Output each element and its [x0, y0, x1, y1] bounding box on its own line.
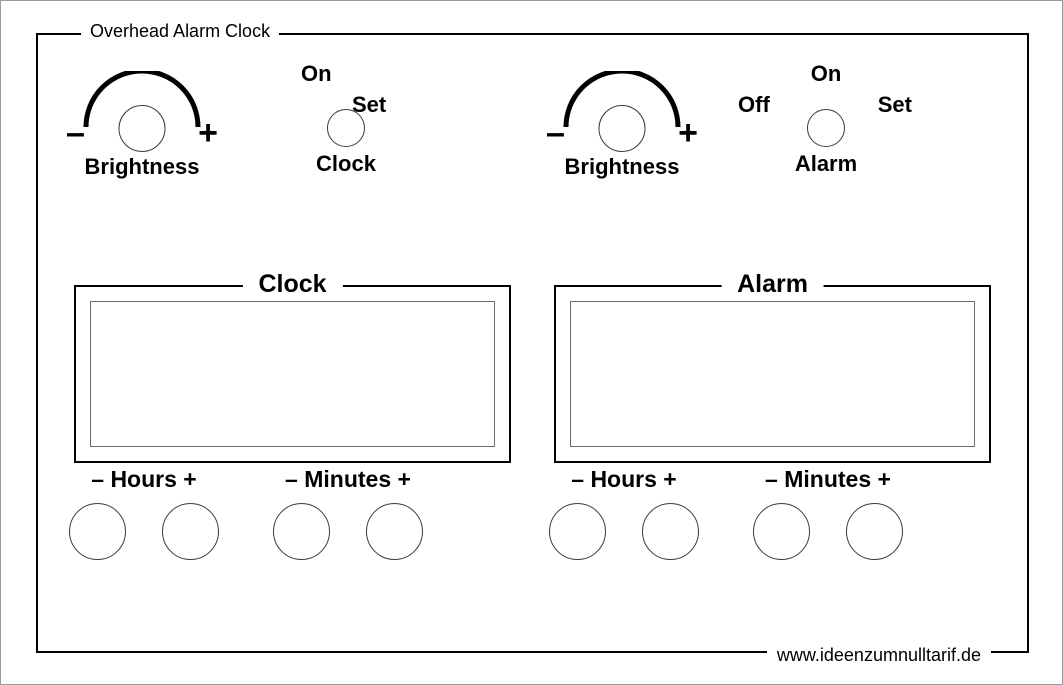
alarm-brightness-minus-icon: –: [546, 114, 565, 152]
clock-minutes-minus-button[interactable]: [273, 503, 330, 560]
clock-hours-caption: – Hours +: [91, 466, 197, 492]
clock-hours-minus-button[interactable]: [69, 503, 126, 560]
clock-switch-label: Clock: [316, 151, 376, 176]
alarm-brightness-knob[interactable]: [598, 105, 646, 152]
alarm-switch-label: Alarm: [794, 151, 858, 176]
clock-hours-plus-button[interactable]: [162, 503, 219, 560]
clock-brightness-minus-icon: –: [66, 114, 85, 152]
alarm-hours-caption: – Hours +: [571, 466, 677, 492]
alarm-brightness-knob-group: – + Brightness: [522, 71, 722, 181]
alarm-minutes-plus-button[interactable]: [846, 503, 903, 560]
alarm-mode-switch-group: Off On Set Alarm: [726, 61, 926, 176]
website-url-label: www.ideenzumnulltarif.de: [766, 644, 991, 666]
alarm-minutes-caption: – Minutes +: [765, 466, 891, 492]
alarm-brightness-label: Brightness: [564, 154, 680, 179]
device-panel: Overhead Alarm Clock www.ideenzumnulltar…: [36, 20, 1029, 666]
alarm-minutes-minus-button[interactable]: [753, 503, 810, 560]
page-title: Overhead Alarm Clock: [81, 20, 280, 42]
clock-display-legend: Clock: [242, 269, 343, 299]
clock-brightness-label: Brightness: [84, 154, 200, 179]
clock-display-panel: Clock: [74, 269, 511, 463]
clock-hours-button-group: – Hours +: [44, 465, 244, 585]
alarm-display-screen: [570, 301, 975, 447]
clock-brightness-plus-icon: +: [198, 114, 218, 152]
alarm-switch-position-on: On: [810, 61, 842, 86]
clock-minutes-caption: – Minutes +: [285, 466, 411, 492]
clock-hours-button-row: [44, 503, 244, 560]
clock-brightness-knob-group: – + Brightness: [42, 71, 242, 181]
alarm-minutes-button-row: [728, 503, 928, 560]
alarm-hours-plus-button[interactable]: [642, 503, 699, 560]
clock-minutes-button-row: [248, 503, 448, 560]
clock-minutes-button-group: – Minutes +: [248, 465, 448, 585]
alarm-display-legend: Alarm: [721, 269, 824, 299]
clock-brightness-knob[interactable]: [118, 105, 166, 152]
alarm-switch-position-off: Off: [738, 92, 770, 117]
alarm-mode-switch[interactable]: [807, 109, 845, 147]
clock-minutes-plus-button[interactable]: [366, 503, 423, 560]
alarm-minutes-button-group: – Minutes +: [728, 465, 928, 585]
alarm-display-panel: Alarm: [554, 269, 991, 463]
alarm-brightness-plus-icon: +: [678, 114, 698, 152]
clock-display-screen: [90, 301, 495, 447]
alarm-hours-minus-button[interactable]: [549, 503, 606, 560]
alarm-switch-position-set: Set: [877, 92, 912, 117]
alarm-hours-button-group: – Hours +: [524, 465, 724, 585]
alarm-hours-button-row: [524, 503, 724, 560]
clock-mode-switch[interactable]: [327, 109, 365, 147]
clock-mode-switch-group: On Set Clock: [246, 61, 446, 176]
clock-switch-position-on: On: [301, 61, 332, 86]
